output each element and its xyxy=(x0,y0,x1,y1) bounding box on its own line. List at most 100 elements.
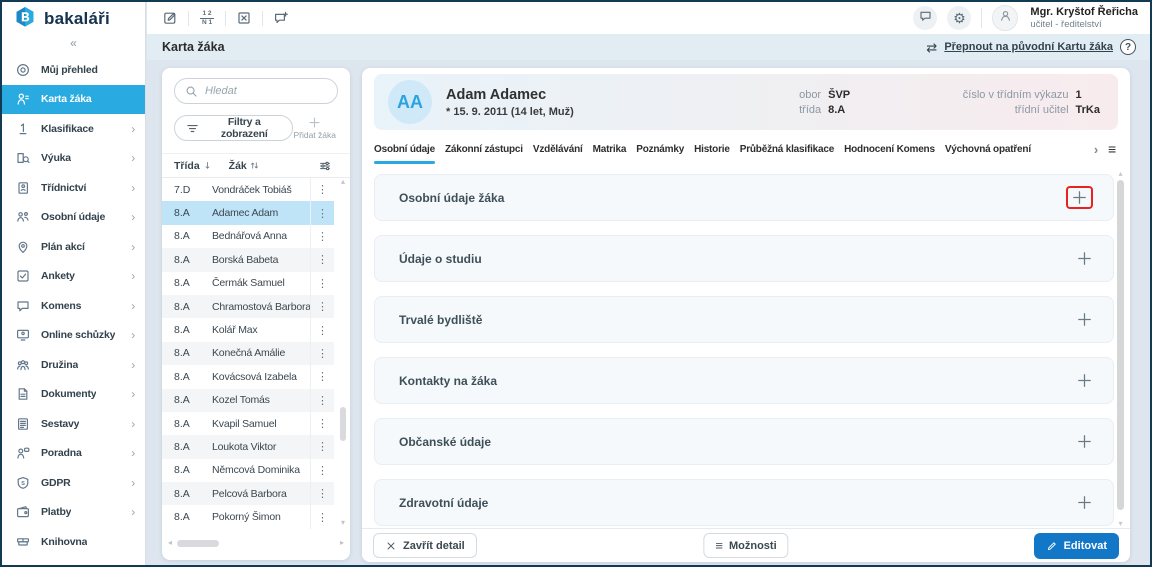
scroll-up-icon[interactable]: ▴ xyxy=(339,178,347,186)
row-menu-kebab-icon[interactable]: ⋮ xyxy=(310,178,334,202)
student-row[interactable]: 8.A Kovácsová Izabela ⋮ xyxy=(162,365,334,389)
row-menu-kebab-icon[interactable]: ⋮ xyxy=(310,224,334,249)
cancel-square-icon[interactable] xyxy=(234,8,254,28)
student-row[interactable]: 8.A Borská Babeta ⋮ xyxy=(162,248,334,272)
sidebar-collapse-button[interactable]: « xyxy=(2,36,145,52)
tabs-overflow-chevron[interactable]: › xyxy=(1094,144,1098,156)
sidebar-item-dru-ina[interactable]: Družina › xyxy=(2,350,145,380)
sidebar-item-online-sch-zky[interactable]: Online schůzky › xyxy=(2,321,145,351)
scroll-down-icon[interactable]: ▾ xyxy=(1116,520,1125,528)
accordion-section-kontakty-na-ka[interactable]: Kontakty na žáka xyxy=(374,357,1114,404)
row-menu-kebab-icon[interactable]: ⋮ xyxy=(310,271,334,295)
row-menu-kebab-icon[interactable]: ⋮ xyxy=(310,294,334,319)
student-row[interactable]: 8.A Čermák Samuel ⋮ xyxy=(162,271,334,295)
student-row[interactable]: 8.A Němcová Dominika ⋮ xyxy=(162,458,334,483)
edit-note-icon[interactable] xyxy=(160,8,180,28)
student-row[interactable]: 8.A Pokorný Šimon ⋮ xyxy=(162,505,334,529)
tab-osobn-daje[interactable]: Osobní údaje xyxy=(374,144,435,164)
column-header-class[interactable]: Třída xyxy=(174,160,213,172)
row-menu-kebab-icon[interactable]: ⋮ xyxy=(310,248,334,272)
student-row[interactable]: 8.A Kolář Max ⋮ xyxy=(162,318,334,342)
sidebar-item-knihovna[interactable]: Knihovna xyxy=(2,527,145,557)
sidebar-item-klasifikace[interactable]: Klasifikace › xyxy=(2,114,145,144)
tabs-menu-icon[interactable]: ≡ xyxy=(1108,144,1116,156)
accordion-section-zdravotn-daje[interactable]: Zdravotní údaje xyxy=(374,479,1114,526)
scrollbar-thumb[interactable] xyxy=(1117,180,1124,510)
expand-plus-icon[interactable] xyxy=(1076,494,1093,511)
close-detail-button[interactable]: Zavřít detail xyxy=(373,533,477,558)
scrollbar-thumb[interactable] xyxy=(177,539,219,547)
sidebar-item-karta-ka[interactable]: Karta žáka xyxy=(2,84,145,114)
sidebar-item-komens[interactable]: Komens › xyxy=(2,291,145,321)
sidebar-item-platby[interactable]: Platby › xyxy=(2,498,145,528)
sidebar-item-m-j-p-ehled[interactable]: Můj přehled xyxy=(2,55,145,85)
student-row[interactable]: 7.D Vondráček Tobiáš ⋮ xyxy=(162,178,334,202)
row-menu-kebab-icon[interactable]: ⋮ xyxy=(310,505,334,529)
sidebar-item-v-uka[interactable]: Výuka › xyxy=(2,144,145,174)
grades-icon[interactable]: 1 2N 1 xyxy=(197,8,217,28)
search-input[interactable]: Hledat xyxy=(174,78,338,104)
tab-hodnocen-komens[interactable]: Hodnocení Komens xyxy=(844,144,935,164)
sidebar-item-sestavy[interactable]: Sestavy › xyxy=(2,409,145,439)
row-menu-kebab-icon[interactable]: ⋮ xyxy=(310,435,334,459)
options-button[interactable]: ≡ Možnosti xyxy=(703,533,789,558)
expand-plus-icon[interactable] xyxy=(1076,372,1093,389)
accordion-section-daje-o-studiu[interactable]: Údaje o studiu xyxy=(374,235,1114,282)
messages-icon[interactable] xyxy=(913,6,938,30)
tab-pr-b-n-klasifikace[interactable]: Průběžná klasifikace xyxy=(740,144,835,164)
column-settings-icon[interactable] xyxy=(318,159,332,173)
scroll-left-icon[interactable]: ◂ xyxy=(168,538,172,548)
edit-button[interactable]: Editovat xyxy=(1033,532,1119,559)
list-vertical-scrollbar[interactable]: ▴ ▾ xyxy=(339,178,347,527)
tab-v-chovn-opat-en[interactable]: Výchovná opatření xyxy=(945,144,1031,164)
student-row[interactable]: 8.A Pelcová Barbora ⋮ xyxy=(162,482,334,506)
column-header-student[interactable]: Žák xyxy=(229,160,260,172)
row-menu-kebab-icon[interactable]: ⋮ xyxy=(310,388,334,412)
student-row[interactable]: 8.A Adamec Adam ⋮ xyxy=(162,201,334,225)
help-button[interactable]: ? xyxy=(1120,39,1136,55)
student-row[interactable]: 8.A Bednářová Anna ⋮ xyxy=(162,224,334,249)
switch-view-link[interactable]: Přepnout na původní Kartu žáka xyxy=(944,41,1113,53)
scroll-right-icon[interactable]: ▸ xyxy=(340,538,344,548)
student-row[interactable]: 8.A Loukota Viktor ⋮ xyxy=(162,435,334,459)
sidebar-item-osobn-daje[interactable]: Osobní údaje › xyxy=(2,203,145,233)
student-row[interactable]: 8.A Kvapil Samuel ⋮ xyxy=(162,411,334,436)
accordion-section-trval-bydli-t[interactable]: Trvalé bydliště xyxy=(374,296,1114,343)
sidebar-item-gdpr[interactable]: S GDPR › xyxy=(2,468,145,498)
sidebar-item-ankety[interactable]: Ankety › xyxy=(2,262,145,292)
filters-button[interactable]: Filtry a zobrazení xyxy=(174,115,294,141)
accordion-section-osobn-daje-ka[interactable]: Osobní údaje žáka xyxy=(374,174,1114,221)
scroll-up-icon[interactable]: ▴ xyxy=(1116,170,1125,178)
student-row[interactable]: 8.A Kozel Tomás ⋮ xyxy=(162,388,334,412)
tab-historie[interactable]: Historie xyxy=(694,144,730,164)
expand-plus-icon[interactable] xyxy=(1076,250,1093,267)
row-menu-kebab-icon[interactable]: ⋮ xyxy=(310,201,334,225)
detail-vertical-scrollbar[interactable]: ▴ ▾ xyxy=(1116,170,1125,528)
new-message-icon[interactable] xyxy=(271,8,291,28)
add-student-button[interactable]: Přidat žáka xyxy=(293,115,336,140)
row-menu-kebab-icon[interactable]: ⋮ xyxy=(310,341,334,366)
sidebar-item-t-dnictv[interactable]: Třídnictví › xyxy=(2,173,145,203)
user-avatar[interactable] xyxy=(992,5,1019,31)
brand[interactable]: bakaláři xyxy=(2,2,145,36)
row-menu-kebab-icon[interactable]: ⋮ xyxy=(310,365,334,389)
list-horizontal-scrollbar[interactable]: ◂ ▸ xyxy=(168,538,344,548)
user-menu[interactable]: Mgr. Kryštof Řeřicha učitel - ředitelstv… xyxy=(1030,6,1138,31)
student-row[interactable]: 8.A Chramostová Barbora ⋮ xyxy=(162,294,334,319)
expand-plus-icon[interactable] xyxy=(1071,189,1088,206)
scrollbar-thumb[interactable] xyxy=(340,407,346,441)
tab-pozn-mky[interactable]: Poznámky xyxy=(636,144,684,164)
tab-z-konn-z-stupci[interactable]: Zákonní zástupci xyxy=(445,144,523,164)
sidebar-item-pl-n-akc[interactable]: Plán akcí › xyxy=(2,232,145,262)
row-menu-kebab-icon[interactable]: ⋮ xyxy=(310,482,334,506)
row-menu-kebab-icon[interactable]: ⋮ xyxy=(310,458,334,483)
row-menu-kebab-icon[interactable]: ⋮ xyxy=(310,318,334,342)
accordion-section-ob-ansk-daje[interactable]: Občanské údaje xyxy=(374,418,1114,465)
sidebar-item-poradna[interactable]: Poradna › xyxy=(2,439,145,469)
expand-plus-icon[interactable] xyxy=(1076,433,1093,450)
tab-vzd-l-v-n[interactable]: Vzdělávání xyxy=(533,144,583,164)
sidebar-item-dokumenty[interactable]: Dokumenty › xyxy=(2,380,145,410)
student-row[interactable]: 8.A Konečná Amálie ⋮ xyxy=(162,341,334,366)
tab-matrika[interactable]: Matrika xyxy=(593,144,627,164)
expand-plus-icon[interactable] xyxy=(1076,311,1093,328)
